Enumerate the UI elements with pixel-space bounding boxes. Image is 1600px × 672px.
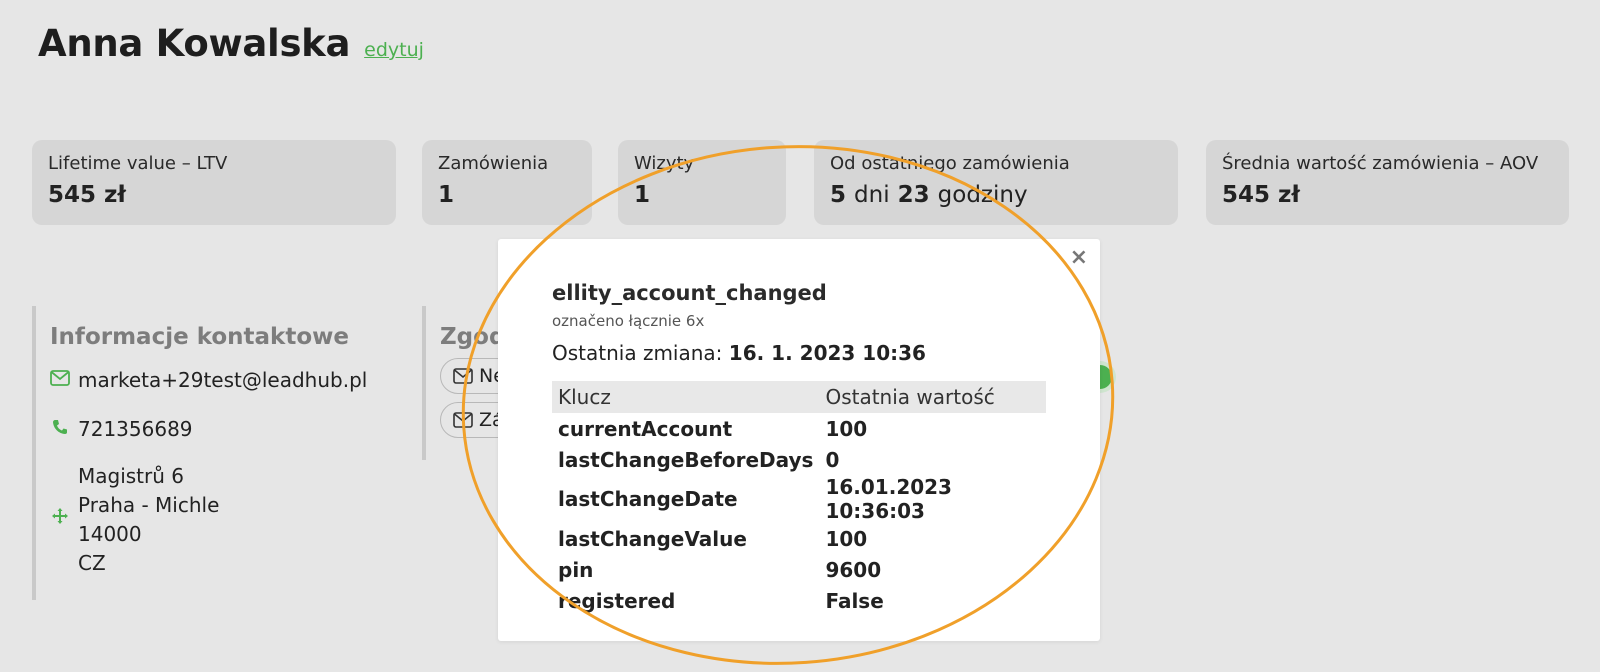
property-value: 100 xyxy=(825,526,868,551)
property-key: pin xyxy=(558,557,594,582)
property-key: lastChangeDate xyxy=(558,487,738,511)
contact-section: Informacje kontaktowe marketa+29test@lea… xyxy=(32,306,392,600)
table-row: pin 9600 xyxy=(552,554,1046,585)
hours-unit: godziny xyxy=(937,182,1028,208)
mail-icon xyxy=(50,368,70,388)
mail-icon xyxy=(453,412,473,428)
phone-row: 721356689 xyxy=(50,417,193,441)
profile-header: Anna Kowalska edytuj xyxy=(38,22,424,65)
property-value: 9600 xyxy=(825,557,882,582)
email-value[interactable]: marketa+29test@leadhub.pl xyxy=(78,368,367,392)
table-row: lastChangeValue 100 xyxy=(552,523,1046,554)
stat-card-since-last-order: Od ostatniego zamówienia 5 dni 23 godzin… xyxy=(814,140,1178,225)
address-line: CZ xyxy=(78,551,106,575)
stat-value: 1 xyxy=(438,182,455,208)
days-unit: dni xyxy=(854,182,890,208)
property-value: 100 xyxy=(825,416,868,441)
stat-card-ltv: Lifetime value – LTV 545 zł xyxy=(32,140,396,225)
mail-icon xyxy=(453,368,473,384)
phone-value[interactable]: 721356689 xyxy=(78,417,193,441)
stat-value: 5 dni 23 godziny xyxy=(830,182,1162,208)
address-line: Praha - Michle xyxy=(78,493,220,517)
address-block: Magistrů 6 Praha - Michle 14000 CZ xyxy=(78,462,219,578)
last-change-value: 16. 1. 2023 10:36 xyxy=(728,341,926,365)
address-row: Magistrů 6 Praha - Michle 14000 CZ xyxy=(50,462,219,578)
column-header-key: Klucz xyxy=(552,381,820,413)
close-icon[interactable]: × xyxy=(1070,245,1088,270)
edit-link[interactable]: edytuj xyxy=(364,39,424,61)
email-row: marketa+29test@leadhub.pl xyxy=(50,368,367,392)
days-value: 5 xyxy=(830,182,847,208)
table-row: registered False xyxy=(552,585,1046,616)
stat-value: 1 xyxy=(634,182,651,208)
event-name: ellity_account_changed xyxy=(552,281,827,305)
property-key: currentAccount xyxy=(558,416,733,441)
property-key: registered xyxy=(558,588,676,613)
property-value: 16.01.2023 10:36:03 xyxy=(825,475,952,523)
stat-label: Lifetime value – LTV xyxy=(48,153,228,174)
stat-label: Zamówienia xyxy=(438,153,549,174)
customer-name: Anna Kowalska xyxy=(38,22,351,65)
stat-label: Od ostatniego zamówienia xyxy=(830,153,1070,174)
event-detail-modal: × ellity_account_changed označeno łączni… xyxy=(498,239,1100,641)
table-header-row: Klucz Ostatnia wartość xyxy=(552,381,1046,413)
property-key: lastChangeBeforeDays xyxy=(558,447,814,472)
table-row: lastChangeBeforeDays 0 xyxy=(552,444,1046,475)
stat-card-aov: Średnia wartość zamówienia – AOV 545 zł xyxy=(1206,140,1569,225)
table-row: currentAccount 100 xyxy=(552,413,1046,444)
address-line: 14000 xyxy=(78,522,142,546)
table-row: lastChangeDate 16.01.2023 10:36:03 xyxy=(552,475,1046,523)
stat-label: Wizyty xyxy=(634,153,695,174)
last-change-label: Ostatnia zmiana: xyxy=(552,341,723,365)
address-line: Magistrů 6 xyxy=(78,464,185,488)
stat-label: Średnia wartość zamówienia – AOV xyxy=(1222,153,1539,174)
column-header-value: Ostatnia wartość xyxy=(819,381,1046,413)
hours-value: 23 xyxy=(897,182,930,208)
property-value: False xyxy=(825,588,884,613)
property-value: 0 xyxy=(825,447,840,472)
stat-card-visits: Wizyty 1 xyxy=(618,140,786,225)
stat-value: 545 zł xyxy=(48,182,126,208)
stat-value: 545 zł xyxy=(1222,182,1300,208)
last-change: Ostatnia zmiana: 16. 1. 2023 10:36 xyxy=(552,341,926,365)
property-key: lastChangeValue xyxy=(558,526,747,551)
stat-card-orders: Zamówienia 1 xyxy=(422,140,592,225)
contact-title: Informacje kontaktowe xyxy=(50,324,349,350)
phone-icon xyxy=(50,417,70,437)
event-count: označeno łącznie 6x xyxy=(552,312,705,330)
event-properties-table: Klucz Ostatnia wartość currentAccount 10… xyxy=(552,381,1046,616)
location-icon xyxy=(50,506,70,526)
